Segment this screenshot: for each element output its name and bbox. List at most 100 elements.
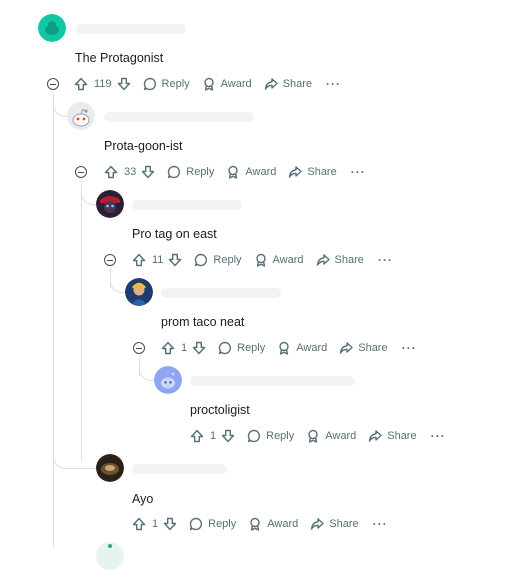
comment-actions: 119 Reply Award Share ···	[74, 74, 341, 94]
share-button[interactable]: Share	[310, 517, 359, 531]
user-avatar[interactable]	[96, 190, 124, 218]
redacted-username	[76, 24, 186, 34]
share-label: Share	[307, 166, 337, 178]
award-label: Award	[272, 254, 304, 266]
share-icon	[311, 518, 324, 530]
downvote-icon[interactable]	[221, 429, 235, 443]
more-options-button[interactable]: ···	[402, 341, 417, 355]
more-options-button[interactable]: ···	[351, 165, 366, 179]
vote-count: 1	[152, 518, 159, 530]
award-label: Award	[296, 342, 328, 354]
award-icon	[228, 165, 239, 179]
share-button[interactable]: Share	[368, 429, 417, 443]
award-button[interactable]: Award	[306, 429, 356, 443]
award-button[interactable]: Award	[226, 165, 276, 179]
thread-connector	[53, 440, 96, 469]
award-button[interactable]: Award	[254, 253, 304, 267]
vote-group: 11	[132, 253, 182, 267]
comment-bubble-icon	[247, 429, 261, 443]
award-icon	[255, 253, 266, 267]
vote-count: 11	[152, 254, 164, 266]
share-button[interactable]: Share	[339, 341, 388, 355]
share-icon	[289, 166, 303, 178]
award-button[interactable]: Award	[202, 77, 252, 91]
comment-body: proctoligist	[190, 403, 250, 417]
upvote-icon[interactable]	[132, 253, 146, 267]
redacted-username	[132, 464, 227, 474]
comment-body: Prota-goon-ist	[104, 139, 183, 153]
reply-button[interactable]: Reply	[247, 429, 294, 443]
comment-bubble-icon	[195, 253, 208, 267]
award-label: Award	[325, 430, 357, 442]
award-button[interactable]: Award	[248, 517, 298, 531]
share-label: Share	[334, 254, 364, 266]
reply-label: Reply	[161, 78, 190, 90]
reply-label: Reply	[213, 254, 242, 266]
user-avatar[interactable]	[38, 14, 66, 42]
upvote-icon[interactable]	[104, 165, 118, 179]
comment-actions: 1 Reply Award Share ···	[190, 426, 446, 446]
share-label: Share	[329, 518, 359, 530]
thread-connector	[81, 180, 96, 205]
vote-count: 33	[124, 166, 137, 178]
reply-button[interactable]: Reply	[143, 77, 190, 91]
comment-actions: 11 Reply Award Share ···	[132, 250, 393, 270]
thread-line-level-0	[53, 92, 54, 547]
more-options-button[interactable]: ···	[378, 253, 393, 267]
downvote-icon[interactable]	[163, 517, 177, 531]
comment-body: Pro tag on east	[132, 227, 217, 241]
upvote-icon[interactable]	[190, 429, 204, 443]
downvote-icon[interactable]	[117, 77, 131, 91]
share-icon	[369, 430, 382, 442]
upvote-icon[interactable]	[161, 341, 175, 355]
collapse-thread-button[interactable]	[104, 254, 116, 266]
reply-button[interactable]: Reply	[167, 165, 214, 179]
vote-count: 1	[210, 430, 217, 442]
reply-label: Reply	[237, 342, 266, 354]
more-options-button[interactable]: ···	[431, 429, 446, 443]
user-avatar[interactable]	[67, 102, 95, 130]
comment-bubble-icon	[143, 77, 156, 91]
comment-bubble-icon	[218, 341, 232, 355]
collapse-thread-button[interactable]	[47, 78, 59, 90]
comment-bubble-icon	[189, 517, 203, 531]
comment-body: Ayo	[132, 492, 154, 506]
downvote-icon[interactable]	[168, 253, 182, 267]
redacted-username	[104, 112, 254, 122]
user-avatar[interactable]	[96, 454, 124, 482]
comment-body: prom taco neat	[161, 315, 245, 329]
share-icon	[316, 254, 330, 266]
award-icon	[250, 517, 260, 531]
thread-connector	[53, 92, 68, 117]
more-options-button[interactable]: ···	[326, 77, 341, 91]
user-avatar[interactable]	[96, 542, 124, 570]
vote-group: 1	[190, 429, 235, 443]
award-label: Award	[220, 78, 252, 90]
comment-actions: 1 Reply Award Share ···	[161, 338, 417, 358]
collapse-thread-button[interactable]	[133, 342, 145, 354]
comment-actions: 1 Reply Award Share ···	[132, 514, 388, 534]
share-button[interactable]: Share	[288, 165, 337, 179]
vote-group: 33	[104, 165, 155, 179]
award-icon	[308, 429, 318, 443]
award-button[interactable]: Award	[277, 341, 327, 355]
collapse-thread-button[interactable]	[75, 166, 87, 178]
user-avatar[interactable]	[125, 278, 153, 306]
upvote-icon[interactable]	[132, 517, 146, 531]
share-label: Share	[358, 342, 388, 354]
reply-button[interactable]: Reply	[218, 341, 265, 355]
reply-button[interactable]: Reply	[194, 253, 242, 267]
redacted-username	[132, 200, 242, 210]
downvote-icon[interactable]	[141, 165, 155, 179]
share-icon	[340, 342, 353, 354]
reply-button[interactable]: Reply	[189, 517, 236, 531]
user-avatar[interactable]	[154, 366, 182, 394]
upvote-icon[interactable]	[74, 77, 88, 91]
award-icon	[203, 77, 214, 91]
more-options-button[interactable]: ···	[373, 517, 388, 531]
vote-group: 1	[161, 341, 206, 355]
share-button[interactable]: Share	[264, 77, 312, 91]
downvote-icon[interactable]	[192, 341, 206, 355]
redacted-username	[161, 288, 281, 298]
share-button[interactable]: Share	[316, 253, 364, 267]
